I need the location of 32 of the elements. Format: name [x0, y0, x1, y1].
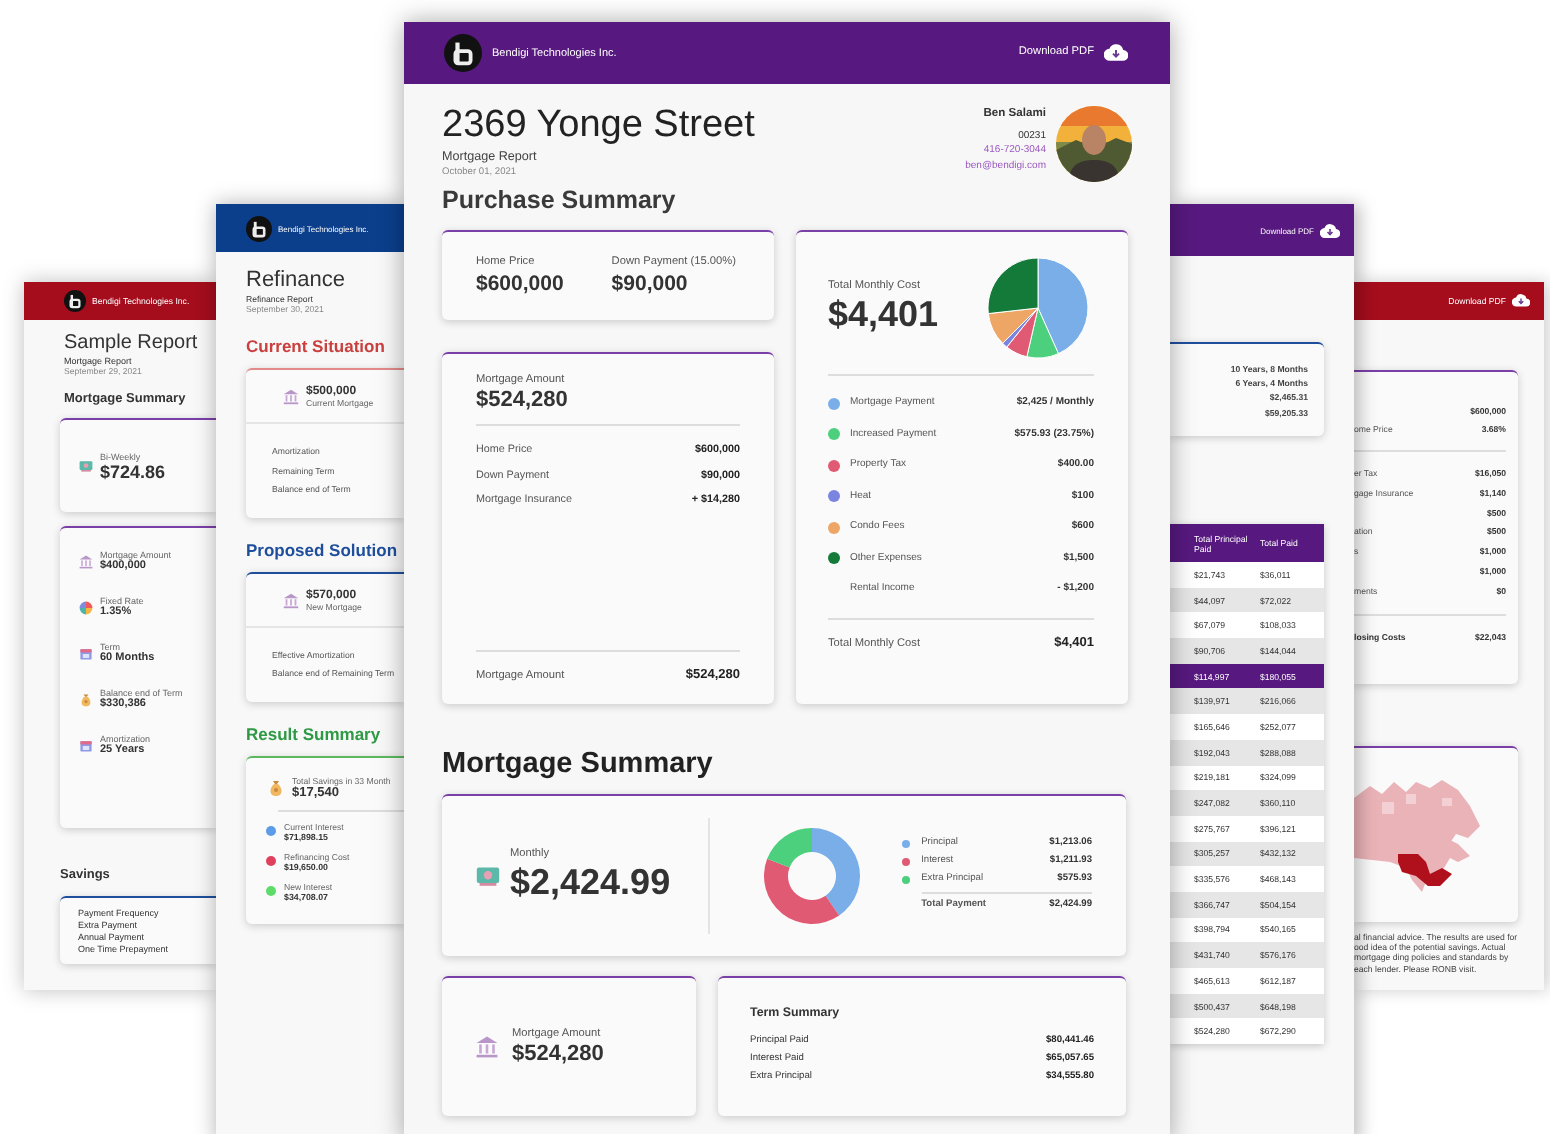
section-heading: Mortgage Summary — [442, 748, 715, 780]
calendar-icon — [78, 737, 94, 753]
cloud-download-icon — [1512, 294, 1530, 308]
stat-value: $524,280 — [512, 1042, 604, 1066]
calendar-icon — [78, 645, 94, 661]
bank-icon — [282, 388, 300, 406]
logo-icon — [246, 215, 272, 241]
section-heading: Result Summary — [246, 723, 383, 743]
stat-value: $90,000 — [611, 272, 690, 296]
stat-value: $724.86 — [100, 461, 166, 481]
money-icon — [78, 458, 94, 474]
logo-icon — [444, 34, 482, 72]
report-title: Refinance — [246, 268, 348, 292]
report-title: 2369 Yonge Street — [442, 104, 755, 148]
report-title: Sample Report — [64, 332, 200, 354]
money-icon — [474, 862, 502, 890]
section-heading: Current Situation — [246, 336, 387, 356]
moneybag-icon — [266, 777, 286, 797]
cloud-download-icon — [1104, 44, 1128, 62]
section-heading: Purchase Summary — [442, 186, 678, 214]
moneybag-icon — [78, 691, 94, 707]
stat-value: $600,000 — [476, 272, 564, 296]
section-heading: Proposed Solution — [246, 539, 400, 559]
bank-icon — [282, 591, 300, 609]
stat-value: $2,424.99 — [510, 862, 671, 904]
cloud-download-icon — [1320, 223, 1340, 237]
stat-value: $524,280 — [476, 388, 570, 412]
stat-value: $4,401 — [828, 294, 939, 336]
bank-icon — [78, 553, 94, 569]
bank-icon — [474, 1034, 500, 1060]
logo-icon — [64, 290, 86, 312]
pie-chart-icon — [78, 599, 94, 615]
